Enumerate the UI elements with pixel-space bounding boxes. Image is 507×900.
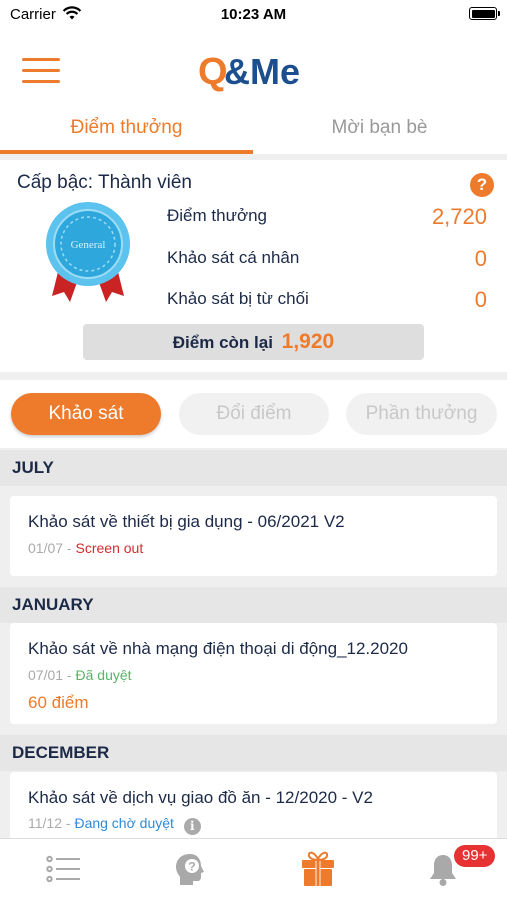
- stat-value-personal-surveys: 0: [474, 246, 487, 271]
- survey-card[interactable]: Khảo sát về thiết bị gia dụng - 06/2021 …: [10, 496, 497, 576]
- tab-active-underline: [0, 150, 253, 154]
- remaining-points-box: Điểm còn lại 1,920: [83, 324, 424, 360]
- stat-value-reward-points: 2,720: [431, 204, 487, 229]
- stat-label-reward-points: Điểm thưởng: [167, 206, 268, 225]
- survey-title: Khảo sát về thiết bị gia dụng - 06/2021 …: [28, 512, 345, 531]
- segment-redeem[interactable]: Đổi điểm: [179, 393, 329, 435]
- tab-label: Điểm thưởng: [70, 117, 183, 138]
- survey-meta: 07/01 - Đã duyệt: [28, 667, 132, 683]
- survey-status: Đang chờ duyệt: [74, 815, 174, 831]
- survey-date: 01/07: [28, 540, 64, 556]
- survey-status: Đã duyệt: [75, 667, 132, 683]
- stat-label-rejected-surveys: Khảo sát bị từ chối: [167, 289, 309, 308]
- rank-title: Cấp bậc: Thành viên: [17, 172, 192, 193]
- segment-surveys[interactable]: Khảo sát: [11, 393, 161, 435]
- tab-invite-friends[interactable]: Mời bạn bè: [253, 110, 506, 154]
- survey-date: 07/01: [28, 667, 64, 683]
- rank-card: Cấp bậc: Thành viên ? General Điểm thưởn…: [0, 160, 507, 372]
- month-header: JULY: [0, 450, 507, 486]
- remaining-label: Điểm còn lại: [172, 333, 273, 352]
- survey-title: Khảo sát về nhà mạng điện thoại di động_…: [28, 639, 408, 658]
- info-icon[interactable]: i: [183, 818, 201, 835]
- badge-text: General: [71, 239, 106, 251]
- gift-icon[interactable]: [301, 851, 335, 892]
- rank-badge-icon: General: [42, 202, 134, 317]
- stat-value-rejected-surveys: 0: [474, 287, 487, 312]
- help-icon[interactable]: ?: [470, 173, 494, 197]
- help-head-icon[interactable]: ?: [173, 851, 209, 892]
- survey-card[interactable]: Khảo sát về dịch vụ giao đồ ăn - 12/2020…: [10, 772, 497, 838]
- qme-logo: Q &Me: [198, 48, 312, 97]
- survey-points: 60 điểm: [28, 693, 89, 712]
- battery-icon: [469, 7, 500, 20]
- survey-title: Khảo sát về dịch vụ giao đồ ăn - 12/2020…: [28, 788, 373, 807]
- remaining-value: 1,920: [281, 330, 335, 353]
- list-icon[interactable]: [46, 855, 82, 888]
- notification-badge: 99+: [454, 845, 496, 867]
- month-header: JANUARY: [0, 587, 507, 623]
- clock-time: 10:23 AM: [220, 6, 287, 23]
- stat-label-personal-surveys: Khảo sát cá nhân: [167, 248, 300, 267]
- hamburger-icon[interactable]: [22, 58, 60, 84]
- survey-status: Screen out: [75, 540, 144, 556]
- survey-date: 11/12: [28, 815, 62, 831]
- survey-meta: 01/07 - Screen out: [28, 540, 144, 556]
- survey-meta: 11/12 - Đang chờ duyệt i: [28, 815, 201, 835]
- status-bar: Carrier 10:23 AM: [0, 0, 507, 30]
- tab-reward-points[interactable]: Điểm thưởng: [0, 110, 253, 154]
- survey-card[interactable]: Khảo sát về nhà mạng điện thoại di động_…: [10, 623, 497, 724]
- segment-rewards[interactable]: Phần thưởng: [346, 393, 497, 435]
- segment-bar: Khảo sát Đổi điểm Phần thưởng: [0, 380, 507, 448]
- svg-text:?: ?: [188, 860, 195, 874]
- tab-label: Mời bạn bè: [331, 117, 428, 138]
- logo-text: &Me: [224, 51, 300, 92]
- app-header: Q &Me: [0, 30, 507, 110]
- bottom-nav: ? 99+: [0, 838, 507, 900]
- top-tabs: Điểm thưởng Mời bạn bè: [0, 110, 507, 154]
- month-header: DECEMBER: [0, 735, 507, 771]
